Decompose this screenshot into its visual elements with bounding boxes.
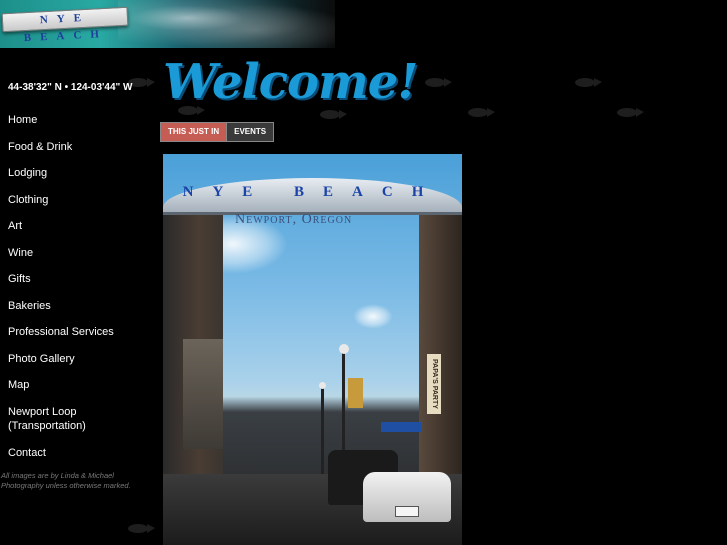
logo-swirl-graphic: [118, 0, 335, 48]
photo-lamp: [319, 382, 326, 389]
photo-credit-text: All images are by Linda & Michael Photog…: [1, 471, 131, 490]
fish-decoration-icon: [468, 108, 495, 117]
tab-events[interactable]: EVENTS: [227, 122, 275, 142]
tab-this-just-in[interactable]: THIS JUST IN: [160, 122, 228, 142]
fish-decoration-icon: [128, 524, 155, 533]
nav-item-map[interactable]: Map: [8, 378, 148, 393]
sidebar-nav: Home Food & Drink Lodging Clothing Art W…: [8, 113, 148, 472]
photo-awning: [381, 422, 421, 432]
photo-shop-sign: PAPA'S PARTY: [427, 354, 441, 414]
photo-building-left-lower: [183, 339, 223, 449]
nav-item-art[interactable]: Art: [8, 219, 148, 234]
nav-item-contact[interactable]: Contact: [8, 446, 148, 461]
nav-item-lodging[interactable]: Lodging: [8, 166, 148, 181]
photo-lamp: [339, 344, 349, 354]
photo-arch-text: NYE BEACH: [182, 184, 443, 200]
nav-item-wine[interactable]: Wine: [8, 246, 148, 261]
photo-lamp-pole: [321, 386, 324, 476]
nav-item-newport-loop[interactable]: Newport Loop (Transportation): [8, 405, 96, 434]
page-title: Welcome!: [163, 54, 418, 110]
nav-item-photo-gallery[interactable]: Photo Gallery: [8, 352, 148, 367]
hero-photo: PAPA'S PARTY NYE BEACH Newport, Oregon: [163, 154, 462, 545]
fish-decoration-icon: [575, 78, 602, 87]
photo-arch-subtext: Newport, Oregon: [235, 212, 353, 227]
photo-cloud: [353, 304, 393, 329]
nav-item-gifts[interactable]: Gifts: [8, 272, 148, 287]
news-tabs: THIS JUST IN EVENTS: [160, 122, 275, 142]
fish-decoration-icon: [617, 108, 644, 117]
nav-item-bakeries[interactable]: Bakeries: [8, 299, 148, 314]
nav-item-professional-services[interactable]: Professional Services: [8, 325, 148, 340]
photo-street-banner: [348, 378, 363, 408]
nav-item-clothing[interactable]: Clothing: [8, 193, 148, 208]
fish-decoration-icon: [320, 110, 347, 119]
site-logo[interactable]: NYE BEACH: [0, 0, 335, 48]
coordinates-text: 44-38'32" N • 124-03'44" W: [8, 82, 133, 93]
nav-item-home[interactable]: Home: [8, 113, 148, 128]
fish-decoration-icon: [425, 78, 452, 87]
nav-item-food-drink[interactable]: Food & Drink: [8, 140, 148, 155]
logo-plate-text: NYE BEACH: [1, 6, 129, 44]
photo-license-plate: [395, 506, 419, 517]
